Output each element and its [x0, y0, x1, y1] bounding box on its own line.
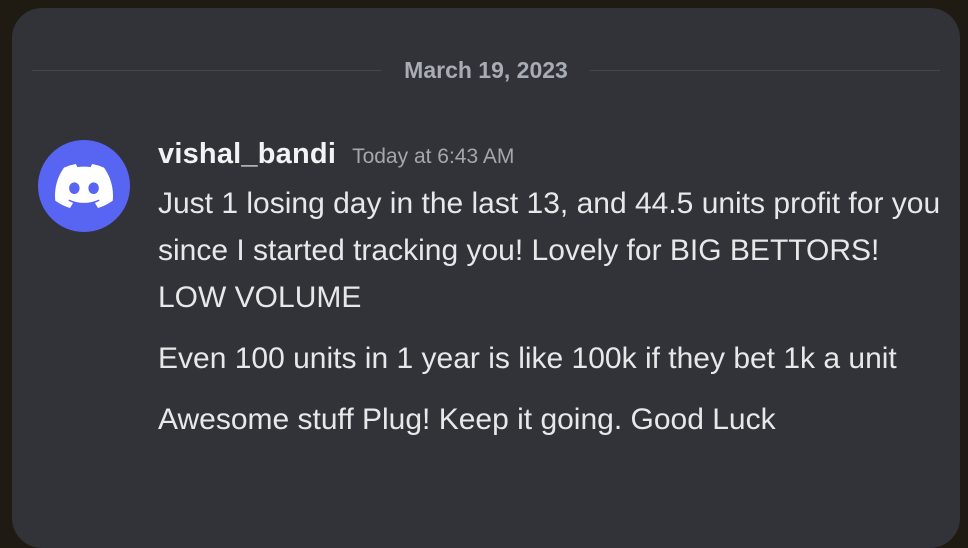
message-card: March 19, 2023 vishal_bandi Today at 6:4…: [12, 8, 960, 548]
discord-logo-icon: [55, 164, 113, 208]
divider-line-right: [589, 69, 941, 71]
message-header: vishal_bandi Today at 6:43 AM: [158, 138, 948, 180]
message: vishal_bandi Today at 6:43 AM Just 1 los…: [158, 138, 948, 443]
avatar[interactable]: [38, 140, 130, 232]
message-paragraph: Awesome stuff Plug! Keep it going. Good …: [158, 403, 776, 436]
username[interactable]: vishal_bandi: [158, 138, 336, 171]
date-label: March 19, 2023: [404, 56, 568, 83]
date-divider: March 19, 2023: [32, 52, 941, 88]
message-paragraph: Just 1 losing day in the last 13, and 44…: [158, 187, 941, 314]
divider-line-left: [32, 69, 383, 71]
message-paragraph: Even 100 units in 1 year is like 100k if…: [158, 342, 897, 375]
timestamp: Today at 6:43 AM: [352, 145, 515, 168]
